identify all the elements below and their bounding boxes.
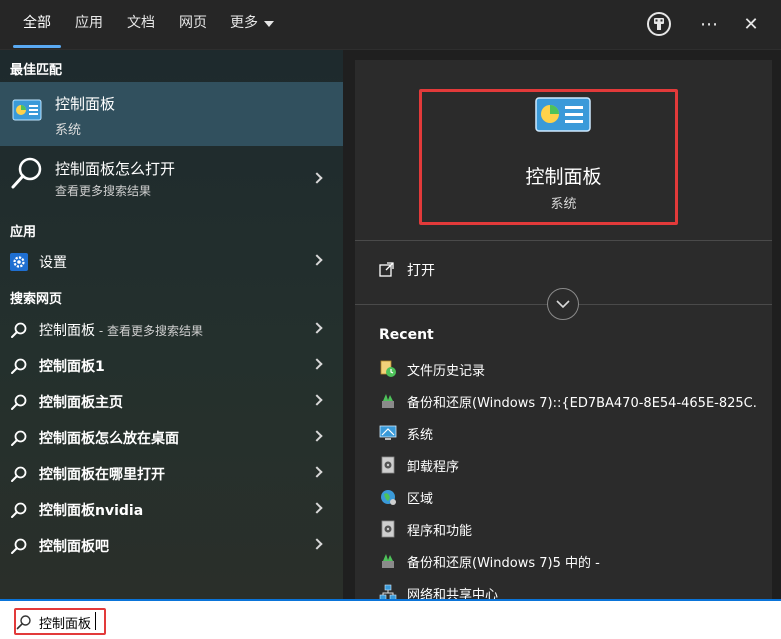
tab-web[interactable]: 网页 [176,0,210,50]
web-result-label: 控制面板主页 [39,395,123,411]
chevron-right-icon [311,172,323,184]
chevron-down-icon [556,300,570,309]
search-icon [11,322,27,338]
recent-item[interactable]: 区域 [355,482,772,512]
open-action[interactable]: 打开 [355,254,772,284]
tab-all[interactable]: 全部 [13,0,61,50]
chevron-right-icon [311,502,323,514]
search-icon [11,466,27,482]
expand-button[interactable] [547,288,579,320]
web-result-label: 控制面板nvidia [39,503,144,519]
chevron-right-icon [311,322,323,334]
search-icon [11,358,27,374]
web-result-item[interactable]: 控制面板怎么放在桌面 [0,420,343,454]
preview-subtitle: 系统 [550,197,577,212]
account-icon[interactable] [643,8,675,40]
preview-title: 控制面板 [525,166,602,188]
recent-item[interactable]: 卸载程序 [355,450,772,480]
control-panel-large-icon [535,97,591,132]
search-icon [11,394,27,410]
system-icon [379,425,397,440]
web-result-item[interactable]: 控制面板吧 [0,528,343,562]
search-suggestion-subtitle: 查看更多搜索结果 [55,184,152,198]
chevron-down-icon [264,21,274,27]
results-panel: 最佳匹配 控制面板 系统 控制面板怎么打开 查看更多搜索结果 应用 设置 搜索网… [0,50,343,599]
search-icon [11,430,27,446]
best-match-title: 控制面板 [55,95,116,113]
recent-item-label: 系统 [407,428,434,443]
recent-item[interactable]: 系统 [355,418,772,448]
close-icon[interactable]: ✕ [735,8,767,40]
search-icon [11,502,27,518]
web-result-label: 控制面板在哪里打开 [39,467,165,483]
chevron-right-icon [311,394,323,406]
backup-icon [382,394,394,408]
file-history-icon [380,360,396,377]
recent-item-label: 程序和功能 [407,524,473,539]
web-result-item[interactable]: 控制面板主页 [0,384,343,418]
chevron-right-icon [311,466,323,478]
search-suggestion-title: 控制面板怎么打开 [55,160,176,178]
uninstall-icon [381,456,395,474]
search-icon [11,538,27,554]
recent-item-label: 网络和共享中心 [407,588,499,599]
recent-item[interactable]: 程序和功能 [355,514,772,544]
recent-item-label: 备份和还原(Windows 7)::{ED7BA470-8E54-465E-82… [407,396,757,411]
recent-item-label: 区域 [407,492,434,507]
web-result-item[interactable]: 控制面板在哪里打开 [0,456,343,490]
recent-item[interactable]: 网络和共享中心 [355,578,772,599]
chevron-right-icon [311,538,323,550]
web-result-item[interactable]: 控制面板1 [0,348,343,382]
app-item-label: 设置 [39,255,67,271]
web-result-label: 控制面板 - 查看更多搜索结果 [39,323,203,339]
app-item-settings[interactable]: 设置 [0,244,343,278]
search-bar[interactable]: 控制面板 [0,599,781,639]
recent-heading: Recent [379,327,434,343]
search-icon [16,615,31,630]
search-input[interactable]: 控制面板 [39,613,91,632]
tab-documents[interactable]: 文档 [124,0,158,50]
region-icon [381,490,396,505]
best-match-subtitle: 系统 [55,123,82,138]
recent-item[interactable]: 备份和还原(Windows 7)5 中的 - [355,546,772,576]
tab-apps[interactable]: 应用 [72,0,106,50]
top-bar: 全部 应用 文档 网页 更多 ⋯ ✕ [0,0,781,50]
network-icon [379,584,397,599]
web-result-item[interactable]: 控制面板 - 查看更多搜索结果 [0,312,343,346]
open-action-label: 打开 [407,263,435,279]
web-search-heading: 搜索网页 [10,292,63,307]
tab-more[interactable]: 更多 [230,0,264,50]
chevron-right-icon [311,430,323,442]
programs-icon [381,520,395,538]
control-panel-icon [12,99,42,121]
web-result-label: 控制面板怎么放在桌面 [39,431,179,447]
tab-more-label: 更多 [230,15,258,31]
web-result-item[interactable]: 控制面板nvidia [0,492,343,526]
text-cursor [95,612,96,630]
best-match-item[interactable]: 控制面板 系统 [0,82,343,146]
divider [355,240,772,241]
settings-gear-icon [10,253,28,271]
chevron-right-icon [311,358,323,370]
search-icon [11,157,42,189]
web-result-label: 控制面板吧 [39,539,109,555]
recent-item[interactable]: 备份和还原(Windows 7)::{ED7BA470-8E54-465E-82… [355,386,772,416]
recent-item-label: 卸载程序 [407,460,460,475]
backup-icon [382,554,394,568]
search-window: 全部 应用 文档 网页 更多 ⋯ ✕ 最佳匹配 控制面板 系统 控制面板怎么打开… [0,0,781,639]
more-options-icon[interactable]: ⋯ [693,8,725,40]
best-match-heading: 最佳匹配 [10,63,63,78]
recent-item-label: 备份和还原(Windows 7)5 中的 - [407,556,600,571]
preview-panel: 控制面板 系统 打开 Recent 文件历史记录 备份和还原(Windows 7… [355,60,772,599]
open-external-icon [379,262,394,277]
chevron-right-icon [311,254,323,266]
recent-item-label: 文件历史记录 [407,364,486,379]
web-result-label: 控制面板1 [39,359,105,375]
recent-item[interactable]: 文件历史记录 [355,354,772,384]
apps-heading: 应用 [10,225,37,240]
search-suggestion-item[interactable]: 控制面板怎么打开 查看更多搜索结果 [0,148,343,210]
